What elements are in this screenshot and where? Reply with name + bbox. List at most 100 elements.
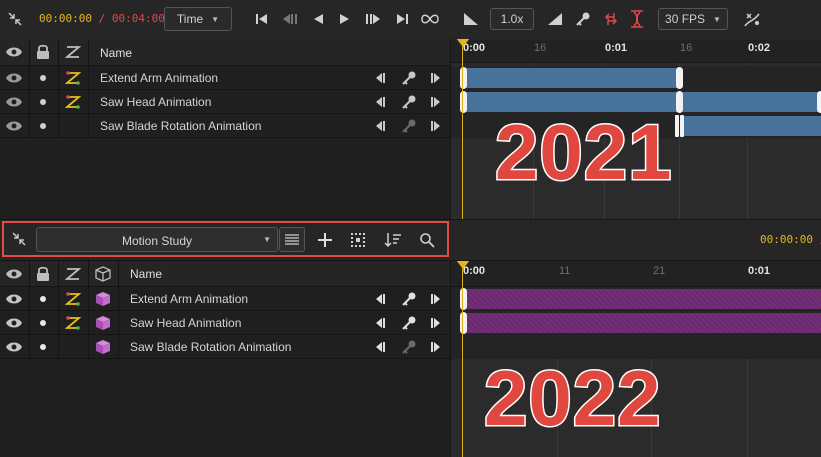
clip-handle[interactable] [817, 91, 821, 113]
column-divider [88, 90, 89, 113]
motion-z-icon[interactable] [63, 264, 83, 284]
key-icon[interactable] [399, 338, 419, 356]
prev-key-icon[interactable] [372, 118, 388, 134]
lock-dot-icon[interactable] [39, 98, 47, 106]
next-key-icon[interactable] [428, 315, 444, 331]
collapse-icon[interactable] [8, 229, 30, 249]
eye-icon[interactable] [4, 95, 24, 109]
eye-icon[interactable] [4, 292, 24, 306]
step-back-icon[interactable] [281, 10, 299, 28]
column-divider [58, 90, 59, 113]
fps-dropdown[interactable]: 30 FPS ▼ [658, 8, 728, 30]
skip-to-start-icon[interactable] [253, 10, 271, 28]
eye-icon[interactable] [4, 340, 24, 354]
tick-label: 0:02 [748, 42, 771, 54]
lock-dot-icon[interactable] [39, 74, 47, 82]
eye-icon[interactable] [4, 119, 24, 133]
playhead-handle[interactable] [456, 261, 470, 269]
key-icon[interactable] [399, 69, 419, 87]
prev-key-icon[interactable] [372, 315, 388, 331]
lock-icon[interactable] [33, 264, 53, 284]
motion-study-select[interactable]: Motion Study ▼ [36, 227, 278, 252]
loop-icon[interactable] [418, 9, 442, 29]
time-total: 00:04:00 [111, 12, 165, 25]
next-key-icon[interactable] [428, 70, 444, 86]
column-divider [88, 66, 89, 89]
lock-dot-icon[interactable] [39, 343, 47, 351]
clip-handle[interactable] [676, 67, 683, 89]
time-ruler[interactable]: 0:00 11 21 0:01 [451, 261, 821, 287]
timeline-2022[interactable]: 0:00 11 21 0:01 2022 [450, 261, 821, 457]
list-item[interactable]: Extend Arm Animation [0, 66, 450, 90]
animation-clip[interactable] [463, 68, 679, 88]
clip-handle[interactable] [680, 115, 684, 137]
key-icon[interactable] [399, 117, 419, 135]
split-icon[interactable] [627, 8, 647, 30]
list-item[interactable]: Saw Head Animation [0, 90, 450, 114]
animation-clip[interactable] [463, 289, 821, 309]
column-divider [58, 335, 59, 358]
list-item[interactable]: Saw Blade Rotation Animation [0, 114, 450, 138]
column-divider [29, 261, 30, 286]
time-mode-label: Time [176, 12, 204, 26]
grid-select-icon[interactable] [347, 229, 369, 251]
play-icon[interactable] [336, 10, 354, 28]
animation-clip[interactable] [463, 313, 821, 333]
list-view-button[interactable] [279, 227, 305, 252]
list-item[interactable]: Extend Arm Animation [0, 287, 450, 311]
column-divider [118, 335, 119, 358]
eye-icon[interactable] [4, 265, 24, 283]
play-reverse-icon[interactable] [309, 10, 327, 28]
add-icon[interactable] [314, 229, 336, 251]
timeline-2021[interactable]: 0:00 16 0:01 16 0:02 2021 [450, 39, 821, 219]
next-key-icon[interactable] [428, 339, 444, 355]
ease-in-icon[interactable] [462, 10, 480, 28]
motion-z-icon[interactable] [63, 42, 83, 62]
time-readout: 00:00:00 / 00:04:00 T [39, 12, 177, 25]
reverse-key-icon[interactable] [601, 9, 621, 29]
prev-key-icon[interactable] [372, 339, 388, 355]
next-key-icon[interactable] [428, 94, 444, 110]
motion-path-icon[interactable] [741, 8, 763, 30]
time-separator: / [91, 12, 112, 25]
key-icon[interactable] [399, 314, 419, 332]
key-icon[interactable] [399, 93, 419, 111]
playhead-handle[interactable] [456, 39, 470, 47]
lock-dot-icon[interactable] [39, 295, 47, 303]
collapse-icon[interactable] [5, 9, 25, 29]
prev-key-icon[interactable] [372, 70, 388, 86]
animation-clip[interactable] [683, 116, 821, 136]
sort-icon[interactable] [381, 229, 405, 251]
list-item[interactable]: Saw Blade Rotation Animation [0, 335, 450, 359]
time-ruler[interactable]: 0:00 16 0:01 16 0:02 [451, 39, 821, 63]
eye-icon[interactable] [4, 43, 24, 61]
key-icon[interactable] [573, 9, 593, 29]
key-icon[interactable] [399, 290, 419, 308]
column-divider [58, 66, 59, 89]
search-icon[interactable] [416, 229, 438, 251]
prev-key-icon[interactable] [372, 291, 388, 307]
list-icon [284, 233, 300, 247]
time-mode-dropdown[interactable]: Time ▼ [164, 7, 232, 31]
step-forward-icon[interactable] [363, 10, 383, 28]
skip-to-end-icon[interactable] [393, 10, 411, 28]
prev-key-icon[interactable] [372, 94, 388, 110]
object-cube-icon[interactable] [92, 264, 114, 284]
list-item[interactable]: Saw Head Animation [0, 311, 450, 335]
playhead[interactable] [456, 39, 470, 219]
eye-icon[interactable] [4, 71, 24, 85]
eye-icon[interactable] [4, 316, 24, 330]
next-key-icon[interactable] [428, 118, 444, 134]
clip-handle[interactable] [675, 115, 679, 137]
ease-out-icon[interactable] [546, 10, 564, 28]
clip-handle[interactable] [676, 91, 683, 113]
playhead[interactable] [456, 261, 470, 457]
speed-button[interactable]: 1.0x [490, 8, 534, 30]
lock-dot-icon[interactable] [39, 319, 47, 327]
column-divider [29, 90, 30, 113]
next-key-icon[interactable] [428, 291, 444, 307]
lock-dot-icon[interactable] [39, 122, 47, 130]
tick-label: 16 [680, 42, 693, 54]
lock-icon[interactable] [33, 42, 53, 62]
time-current: 00:00:00 [760, 233, 813, 246]
